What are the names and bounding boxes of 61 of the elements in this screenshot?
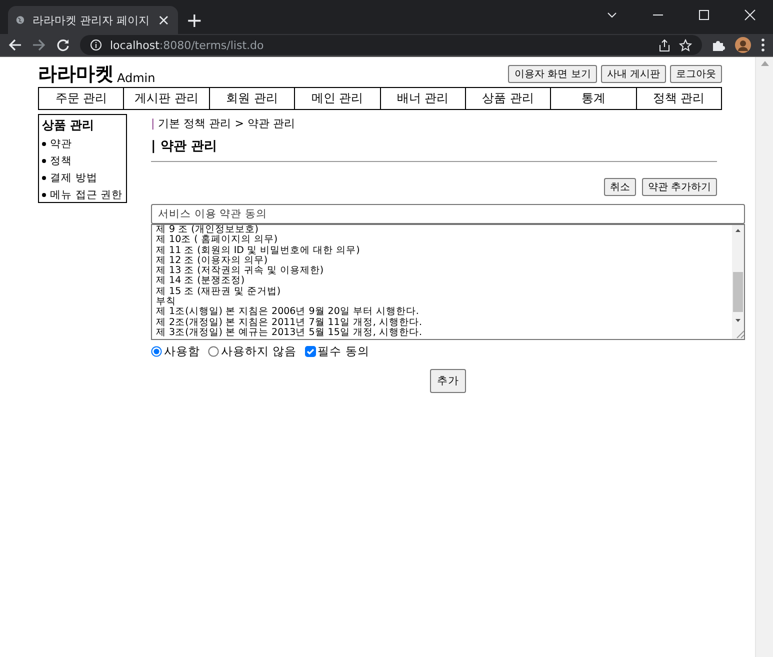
new-tab-button[interactable]: + [186, 10, 203, 30]
close-tab-button[interactable]: × [157, 12, 170, 28]
sidebar-link[interactable]: 정책 [50, 154, 72, 168]
nav-menu-item[interactable]: 정책 관리 [636, 88, 721, 109]
bullet-icon [42, 142, 46, 146]
nav-menu-item[interactable]: 상품 관리 [464, 88, 550, 109]
nav-menu-item[interactable]: 게시판 관리 [123, 88, 209, 109]
checkbox-label[interactable]: 필수 동의 [318, 344, 370, 359]
bullet-icon [42, 159, 46, 163]
radio-button[interactable] [151, 346, 162, 357]
browser-tab[interactable]: 라라마켓 관리자 페이지 × [8, 6, 178, 34]
logo-subtitle: Admin [117, 71, 156, 85]
header-button[interactable]: 이용자 화면 보기 [508, 65, 597, 83]
terms-line: 제 9 조 (개인정보보호) [156, 225, 259, 235]
sidebar-link[interactable]: 결제 방법 [50, 171, 98, 185]
back-arrow-icon[interactable] [8, 38, 22, 52]
terms-textarea[interactable] [151, 224, 745, 340]
checkbox[interactable] [304, 346, 316, 357]
nav-menu-item[interactable]: 통계 [550, 88, 636, 109]
terms-line: 제 13 조 (저작권의 귀속 및 이용제한) [156, 266, 325, 276]
terms-line: 제 12 조 (이용자의 의무) [156, 256, 268, 266]
menu-icon[interactable] [761, 38, 765, 52]
radio-label[interactable]: 사용함 [164, 344, 200, 359]
address-bar[interactable]: localhost:8080/terms/list.do [80, 35, 702, 55]
title-input-field[interactable]: 서비스 이용 약관 동의 [151, 204, 745, 224]
nav-menu-item[interactable]: 메인 관리 [294, 88, 380, 109]
nav-menu-item[interactable]: 배너 관리 [380, 88, 465, 109]
bullet-icon [42, 176, 46, 180]
action-button[interactable]: 약관 추가하기 [642, 178, 717, 196]
breadcrumb-marker: | [151, 117, 155, 130]
forward-arrow-icon[interactable] [32, 38, 46, 52]
terms-line: 제 1조(시행일) 본 지침은 2006년 9월 20일 부터 시행한다. [156, 307, 420, 318]
terms-line: 제 14 조 (분쟁조정) [156, 276, 246, 286]
share-icon[interactable] [658, 38, 671, 52]
site-logo[interactable]: 라라마켓 [38, 61, 114, 87]
breadcrumb-path: 기본 정책 관리 > 약관 관리 [158, 117, 295, 130]
tab-title: 라라마켓 관리자 페이지 [32, 12, 150, 28]
radio-button[interactable] [208, 346, 219, 357]
header-button[interactable]: 사내 게시판 [600, 65, 666, 83]
terms-line: 제 2조(개정일) 본 지침은 2011년 7월 11일 개정, 시행한다. [156, 318, 423, 328]
header-button[interactable]: 로그아웃 [670, 65, 722, 83]
page-heading: | 약관 관리 [151, 137, 717, 162]
star-icon[interactable] [679, 38, 692, 52]
terms-line: 부칙 [156, 297, 176, 308]
terms-line: 제 3조(개정일) 본 예규는 2013년 5월 15일 개정, 시행한다. [156, 328, 423, 338]
radio-label[interactable]: 사용하지 않음 [221, 344, 297, 359]
action-button[interactable]: 취소 [604, 178, 636, 196]
sidebar-link[interactable]: 약관 [50, 137, 72, 151]
info-icon [90, 39, 102, 51]
avatar-icon[interactable] [735, 37, 751, 53]
terms-line: 제 10조 ( 홈페이지의 의무) [156, 235, 279, 246]
sidebar-link[interactable]: 메뉴 접근 권한 [50, 188, 123, 202]
nav-menu-item[interactable]: 주문 관리 [39, 88, 124, 109]
bullet-icon [42, 193, 46, 197]
nav-menu-item[interactable]: 회원 관리 [208, 88, 294, 109]
reload-icon[interactable] [56, 38, 70, 52]
terms-line: 제 11 조 (회원의 ID 및 비밀번호에 대한 의무) [156, 246, 361, 256]
terms-line: 제 15 조 (재판권 및 준거법) [156, 286, 282, 297]
add-button[interactable]: 추가 [430, 369, 466, 393]
puzzle-icon[interactable] [712, 38, 725, 52]
sidebar-title: 상품 관리 [42, 117, 96, 134]
